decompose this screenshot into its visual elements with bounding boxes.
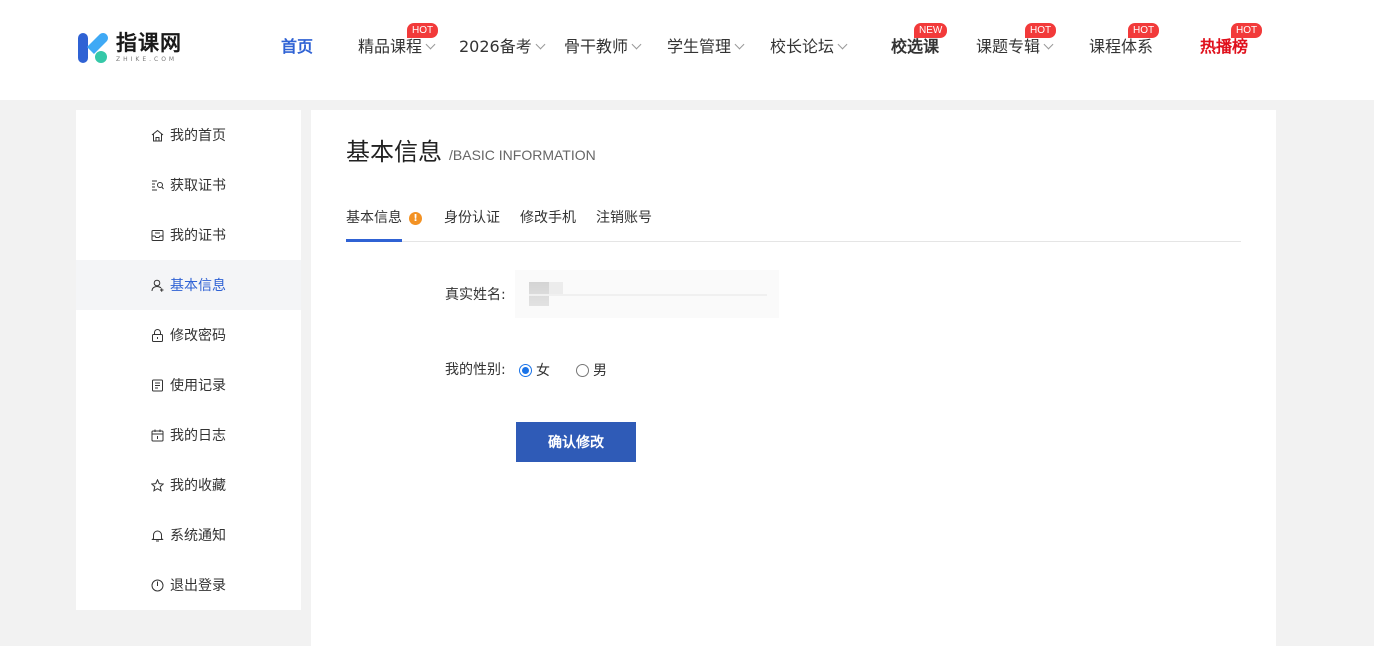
nav-label: 课题专辑 [976, 37, 1041, 56]
logo-mark-icon [77, 31, 109, 65]
sidebar-item-home[interactable]: 我的首页 [76, 110, 301, 160]
confirm-change-button[interactable]: 确认修改 [516, 422, 636, 462]
redacted-name [529, 294, 767, 296]
sidebar-item-label: 修改密码 [170, 328, 226, 344]
redacted-name [549, 282, 563, 294]
hot-badge: HOT [1128, 23, 1160, 38]
nav-label: 2026备考 [459, 37, 532, 56]
lock-icon [151, 328, 164, 342]
nav-exam-prep[interactable]: 2026备考 [459, 36, 546, 58]
nav-student-management[interactable]: 学生管理 [667, 36, 745, 58]
sidebar-item-label: 我的收藏 [170, 478, 226, 494]
name-label: 真实姓名: [445, 287, 506, 303]
nav-elective-courses[interactable]: 校选课 [891, 36, 939, 58]
star-icon [151, 478, 164, 492]
chevron-down-icon [631, 39, 642, 50]
tab-label: 基本信息 [346, 210, 402, 226]
chevron-down-icon [734, 39, 745, 50]
sidebar-item-logout[interactable]: 退出登录 [76, 560, 301, 610]
hot-badge: HOT [1231, 23, 1263, 38]
tab-change-phone[interactable]: 修改手机 [520, 208, 576, 228]
gender-label: 我的性别: [445, 362, 506, 378]
chevron-down-icon [1043, 39, 1054, 50]
sidebar-item-system-notices[interactable]: 系统通知 [76, 510, 301, 560]
sidebar-item-label: 使用记录 [170, 378, 226, 394]
tab-cancel-account[interactable]: 注销账号 [596, 208, 652, 228]
sidebar-item-label: 我的首页 [170, 128, 226, 144]
sidebar-item-get-certificate[interactable]: 获取证书 [76, 160, 301, 210]
nav-home[interactable]: 首页 [281, 36, 313, 58]
sidebar-item-label: 获取证书 [170, 178, 226, 194]
tab-identity-verification[interactable]: 身份认证 [444, 208, 500, 228]
calendar-icon [151, 429, 164, 442]
sidebar-item-label: 我的证书 [170, 228, 226, 244]
sidebar-item-change-password[interactable]: 修改密码 [76, 310, 301, 360]
sidebar-item-label: 退出登录 [170, 578, 226, 594]
sidebar-item-my-favorites[interactable]: 我的收藏 [76, 460, 301, 510]
sidebar-item-usage-records[interactable]: 使用记录 [76, 360, 301, 410]
sidebar: 我的首页 获取证书 我的证书 基本信息 修改密码 使用记录 我的日志 我的收藏 … [76, 110, 301, 610]
radio-checked-icon[interactable] [519, 363, 532, 377]
gender-radio-male[interactable]: 男 [576, 360, 607, 380]
nav-label: 学生管理 [667, 37, 732, 56]
radio-label: 女 [536, 363, 550, 379]
page-title: 基本信息 [346, 138, 442, 166]
nav-key-teachers[interactable]: 骨干教师 [564, 36, 642, 58]
nav-principal-forum[interactable]: 校长论坛 [770, 36, 848, 58]
gender-radio-female[interactable]: 女 [519, 360, 550, 380]
record-icon [151, 379, 164, 392]
home-icon [151, 129, 164, 142]
site-logo[interactable]: 指课网 ZHIKE.COM [77, 31, 182, 67]
sidebar-item-my-certificates[interactable]: 我的证书 [76, 210, 301, 260]
active-tab-indicator [346, 239, 402, 242]
page-subtitle: /BASIC INFORMATION [449, 147, 596, 163]
nav-hot-ranking[interactable]: 热播榜 [1200, 36, 1248, 58]
hot-badge: HOT [407, 23, 439, 38]
nav-topic-albums[interactable]: 课题专辑 [976, 36, 1054, 58]
chevron-down-icon [425, 39, 436, 50]
power-icon [151, 579, 164, 592]
new-badge: NEW [914, 23, 948, 38]
certificate-search-icon [151, 179, 164, 192]
hot-badge: HOT [1025, 23, 1057, 38]
radio-unchecked-icon[interactable] [576, 363, 589, 377]
logo-name: 指课网 [116, 31, 182, 55]
main-content: 基本信息 /BASIC INFORMATION 基本信息! 身份认证 修改手机 … [311, 110, 1276, 646]
chevron-down-icon [535, 39, 546, 50]
nav-course-system[interactable]: 课程体系 [1089, 36, 1153, 58]
page-header: 基本信息 /BASIC INFORMATION [346, 132, 596, 167]
sidebar-item-basic-info[interactable]: 基本信息 [76, 260, 301, 310]
tab-bar: 基本信息! 身份认证 修改手机 注销账号 [346, 206, 1241, 242]
certificate-icon [151, 229, 164, 242]
nav-label: 骨干教师 [564, 37, 629, 56]
sidebar-item-label: 系统通知 [170, 528, 226, 544]
chevron-down-icon [837, 39, 848, 50]
user-icon [151, 279, 164, 292]
bell-icon [151, 529, 164, 542]
nav-premium-courses[interactable]: 精品课程 [358, 36, 436, 58]
top-header: 指课网 ZHIKE.COM 首页 精品课程 HOT 2026备考 骨干教师 学生… [0, 0, 1374, 100]
alert-icon: ! [409, 212, 422, 225]
logo-domain: ZHIKE.COM [116, 56, 178, 63]
sidebar-item-label: 基本信息 [170, 278, 226, 294]
nav-label: 精品课程 [358, 37, 423, 56]
tab-basic-info[interactable]: 基本信息! [346, 208, 422, 228]
sidebar-item-label: 我的日志 [170, 428, 226, 444]
radio-label: 男 [593, 363, 607, 379]
sidebar-item-my-log[interactable]: 我的日志 [76, 410, 301, 460]
nav-label: 校长论坛 [770, 37, 835, 56]
